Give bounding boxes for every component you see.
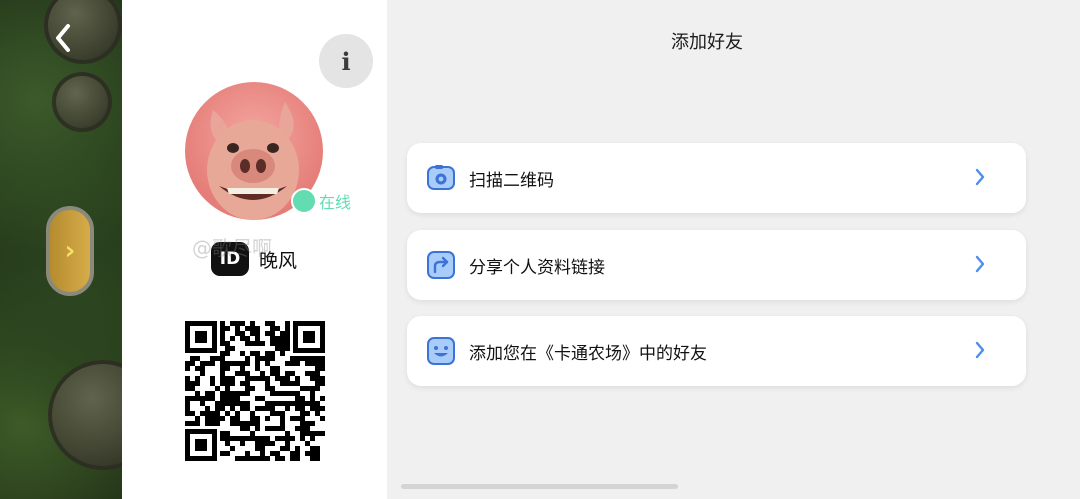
add-farm-friends-option[interactable]: 添加您在《卡通农场》中的好友 xyxy=(407,316,1026,386)
info-button[interactable]: i xyxy=(319,34,373,88)
scan-qr-option[interactable]: 扫描二维码 xyxy=(407,143,1026,213)
smile-icon xyxy=(427,337,455,365)
share-profile-label: 分享个人资料链接 xyxy=(469,257,605,278)
add-farm-friends-label: 添加您在《卡通农场》中的好友 xyxy=(469,343,707,364)
share-profile-option[interactable]: 分享个人资料链接 xyxy=(407,230,1026,300)
share-icon xyxy=(427,251,455,279)
chevron-left-icon xyxy=(56,24,70,52)
online-status-label: 在线 xyxy=(319,193,352,212)
back-button[interactable] xyxy=(48,20,78,56)
profile-panel: i 在线 ID 晚风 @歌尽啊 xyxy=(122,0,387,499)
horizontal-scrollbar[interactable] xyxy=(401,484,678,489)
camera-icon xyxy=(427,165,455,190)
chevron-right-icon xyxy=(975,341,985,359)
arrow-right-icon: › xyxy=(64,236,76,266)
game-settings-icon[interactable] xyxy=(52,72,112,132)
qr-code xyxy=(185,321,325,461)
page-title: 添加好友 xyxy=(671,32,743,53)
game-background: › xyxy=(0,0,158,499)
game-side-tab[interactable]: › xyxy=(46,206,94,296)
add-friend-panel: 添加好友 扫描二维码 分享个人资料链接 添加您在《卡通农场》中的好友 xyxy=(387,0,1080,499)
watermark: @歌尽啊 xyxy=(192,236,272,260)
info-icon: i xyxy=(341,46,351,76)
online-status-dot xyxy=(291,188,317,214)
scan-qr-label: 扫描二维码 xyxy=(469,170,554,191)
chevron-right-icon xyxy=(975,255,985,273)
chevron-right-icon xyxy=(975,168,985,186)
